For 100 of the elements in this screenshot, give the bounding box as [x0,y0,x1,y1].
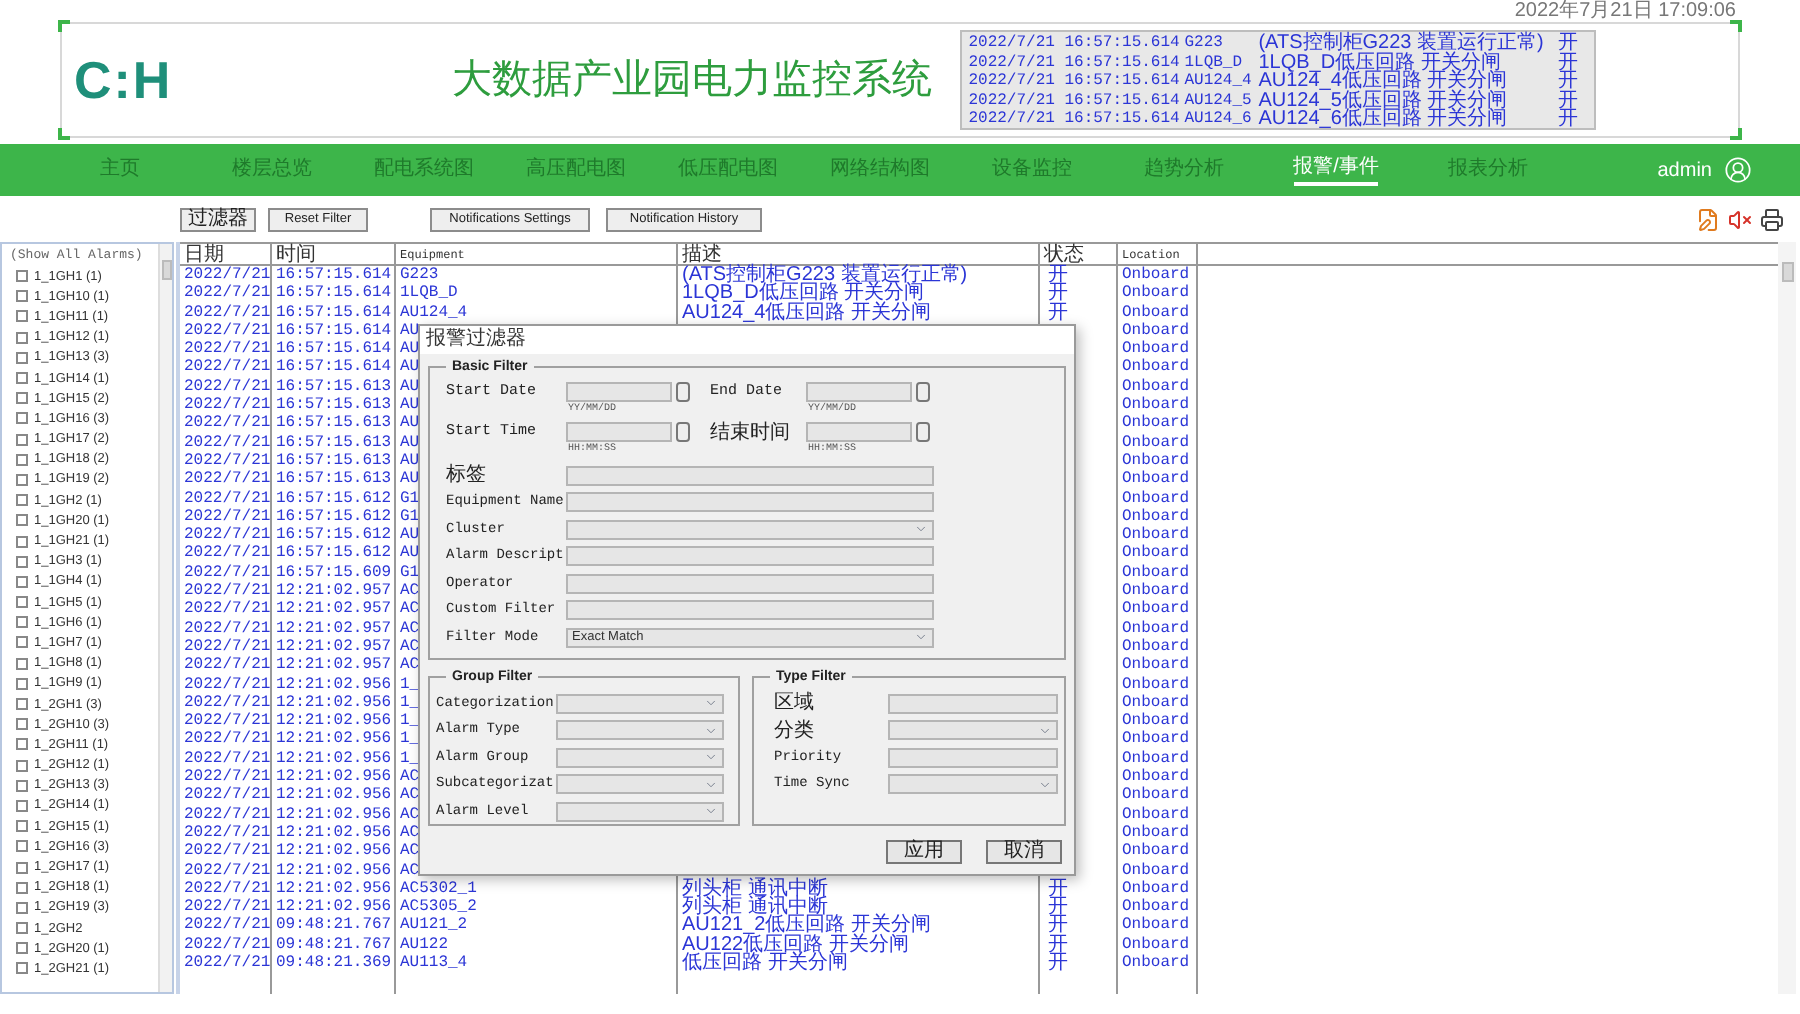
table-cell: Onboard [1118,563,1198,583]
table-cell: Onboard [1118,637,1198,657]
checkbox[interactable] [16,433,28,446]
checkbox[interactable] [16,616,28,629]
input-field[interactable] [566,465,934,486]
dropdown[interactable] [566,519,934,540]
table-cell: G223 [396,266,678,285]
input-field[interactable] [566,382,672,402]
table-cell: 低压回路 开关分闸 [678,953,1040,973]
checkbox[interactable] [16,901,28,914]
checkbox[interactable] [16,677,28,690]
checkbox[interactable] [16,738,28,751]
table-cell: Onboard [1118,656,1198,676]
edit-icon[interactable] [1696,208,1720,232]
ticker-time: 2022/7/21 16:57:15.614 [968,91,1182,110]
table-cell: Onboard [1118,749,1198,769]
input-field[interactable] [888,747,1058,768]
table-cell: 2022/7/21 [180,321,272,341]
checkbox[interactable] [16,962,28,975]
table-cell: 16:57:15.614 [272,266,396,285]
ticker-time: 2022/7/21 16:57:15.614 [968,110,1182,129]
table-cell: Onboard [1118,377,1198,397]
checkbox[interactable] [16,698,28,711]
column-header[interactable]: 状态 [1040,244,1118,266]
table-cell: 16:57:15.613 [272,433,396,452]
input-field[interactable] [566,492,934,513]
table-cell: 16:57:15.612 [272,526,396,545]
dropdown[interactable] [556,801,724,822]
checkbox[interactable] [16,270,28,283]
table-cell: Onboard [1118,489,1198,508]
checkbox[interactable] [16,412,28,425]
table-cell: Onboard [1118,600,1198,620]
checkbox[interactable] [16,494,28,507]
table-cell: Onboard [1118,303,1198,322]
ticker-time: 2022/7/21 16:57:15.614 [968,72,1182,91]
table-cell: 09:48:21.767 [272,935,396,954]
chevron-down-icon [914,522,928,537]
checkbox[interactable] [16,799,28,812]
input-field[interactable] [566,600,934,621]
table-cell: 12:21:02.956 [272,675,396,694]
dropdown[interactable] [556,693,724,714]
table-cell: 16:57:15.613 [272,470,396,490]
checkbox[interactable] [16,596,28,609]
checkbox[interactable] [16,575,28,588]
scrollbar[interactable] [158,244,172,992]
dropdown[interactable] [556,774,724,795]
checkbox[interactable] [16,881,28,894]
ticker-equipment: AU124_4 [1184,72,1254,91]
dropdown[interactable] [556,747,724,768]
checkbox[interactable] [16,392,28,405]
checkbox[interactable] [16,636,28,649]
table-cell: 列头柜 通讯中断 [678,879,1040,899]
table-cell: 2022/7/21 [180,582,272,601]
table-cell: Onboard [1118,823,1198,843]
checkbox[interactable] [16,759,28,772]
table-cell: 16:57:15.612 [272,507,396,527]
dropdown[interactable] [888,774,1058,795]
checkbox[interactable] [16,820,28,833]
table-cell: 12:21:02.956 [272,730,396,750]
dialog-button[interactable]: 应用 [886,840,962,864]
table-cell: 12:21:02.956 [272,693,396,713]
checkbox[interactable] [16,351,28,364]
checkbox[interactable] [16,555,28,568]
input-field[interactable] [806,382,912,402]
toolbar-button[interactable]: 过滤器 [180,208,256,232]
checkbox[interactable] [16,290,28,303]
ticker-status: 开 [1558,72,1579,91]
table-cell: AU113_4 [396,953,678,973]
input-field[interactable] [566,422,672,442]
dropdown[interactable] [888,720,1058,741]
mute-icon[interactable] [1728,208,1752,232]
column-header[interactable]: 时间 [272,244,396,266]
ticker-description: (ATS控制柜G223 装置运行正常) [1258,34,1546,53]
dropdown[interactable] [556,720,724,741]
column-header[interactable]: 描述 [678,244,1040,266]
checkbox[interactable] [16,453,28,466]
column-header[interactable]: 日期 [180,244,272,266]
checkbox[interactable] [16,779,28,792]
input-field[interactable] [566,573,934,594]
checkbox[interactable] [16,473,28,486]
dialog-button[interactable]: 取消 [986,840,1062,864]
input-field[interactable] [806,422,912,442]
checkbox[interactable] [16,942,28,955]
printer-icon[interactable] [1760,208,1784,232]
checkbox[interactable] [16,372,28,385]
checkbox[interactable] [16,657,28,670]
input-field[interactable] [566,546,934,567]
checkbox[interactable] [16,535,28,548]
checkbox[interactable] [16,331,28,344]
checkbox[interactable] [16,718,28,731]
checkbox[interactable] [16,514,28,527]
checkbox[interactable] [16,922,28,935]
scrollbar[interactable] [1778,242,1796,994]
user-icon[interactable] [1724,156,1752,184]
checkbox[interactable] [16,861,28,874]
table-cell: 2022/7/21 [180,656,272,676]
checkbox[interactable] [16,310,28,323]
table-cell: 16:57:15.613 [272,414,396,434]
input-field[interactable] [888,693,1058,714]
checkbox[interactable] [16,840,28,853]
